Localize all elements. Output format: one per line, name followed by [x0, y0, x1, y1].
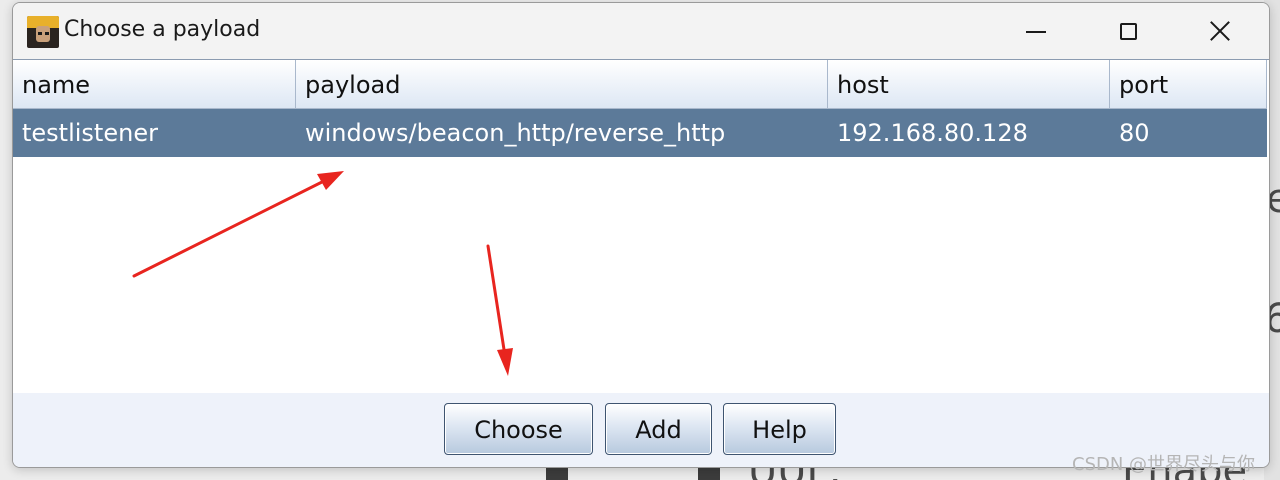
column-header-port[interactable]: port — [1110, 60, 1267, 108]
avatar-app-icon — [27, 16, 59, 48]
add-button[interactable]: Add — [605, 403, 712, 455]
watermark: CSDN @世界尽头与你 — [1072, 454, 1256, 475]
column-header-payload[interactable]: payload — [296, 60, 828, 108]
title-bar[interactable]: Choose a payload — [13, 3, 1269, 59]
cell-host: 192.168.80.128 — [837, 119, 1028, 147]
close-icon — [1209, 20, 1231, 42]
maximize-button[interactable] — [1082, 3, 1174, 59]
cell-port: 80 — [1119, 119, 1150, 147]
cell-payload: windows/beacon_http/reverse_http — [305, 119, 726, 147]
background-control — [546, 466, 568, 480]
column-header-host[interactable]: host — [828, 60, 1110, 108]
column-header-name[interactable]: name — [13, 60, 296, 108]
listener-table: name payload host port testlistener wind… — [13, 59, 1269, 394]
minimize-icon — [1026, 31, 1046, 33]
choose-button[interactable]: Choose — [444, 403, 593, 455]
help-button[interactable]: Help — [723, 403, 836, 455]
window-title: Choose a payload — [64, 17, 261, 42]
cell-name: testlistener — [22, 119, 158, 147]
table-row[interactable]: testlistener windows/beacon_http/reverse… — [13, 109, 1267, 157]
table-header: name payload host port — [13, 60, 1267, 109]
close-button[interactable] — [1174, 3, 1266, 59]
minimize-button[interactable] — [990, 3, 1082, 59]
choose-payload-dialog: Choose a payload name payload host port … — [12, 2, 1270, 468]
maximize-icon — [1119, 22, 1137, 40]
